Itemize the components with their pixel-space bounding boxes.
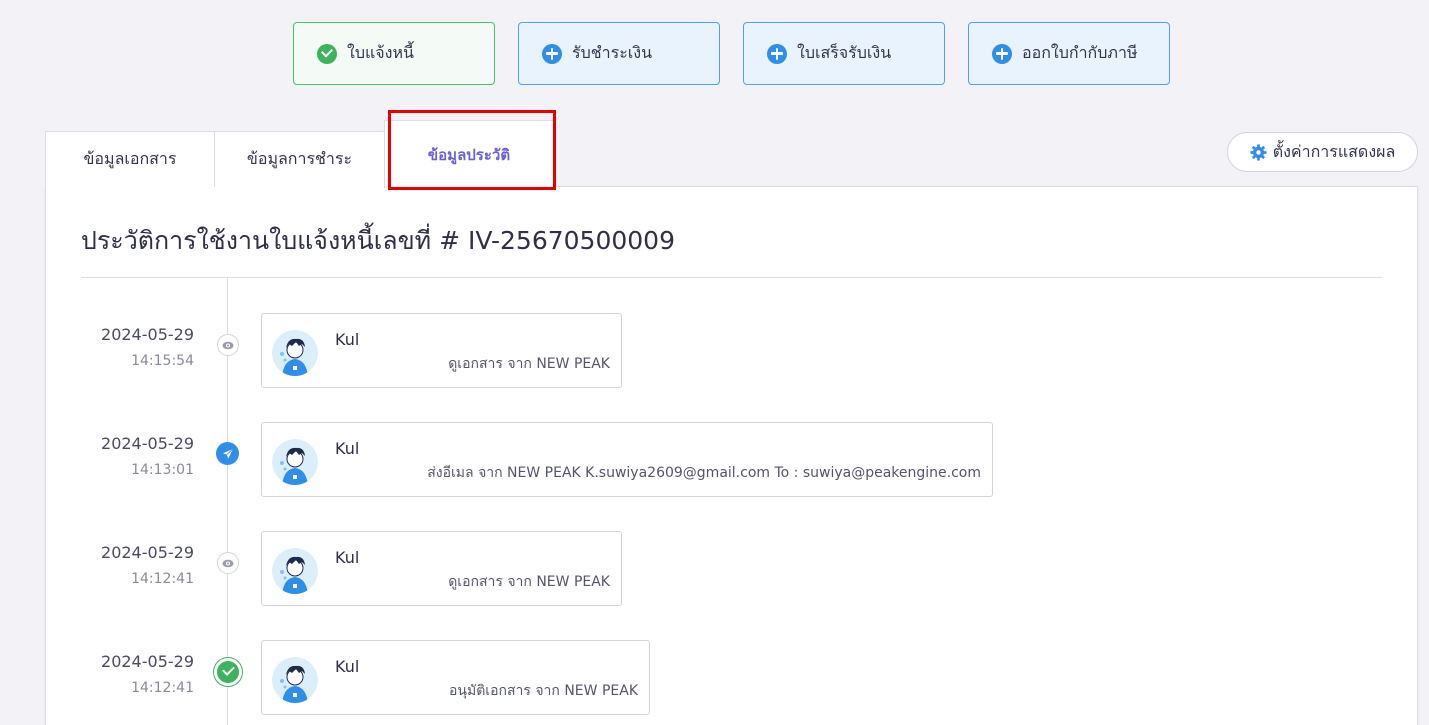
tab-document-info-label: ข้อมูลเอกสาร [83,149,177,168]
history-entry: 2024-05-29 14:12:41 Kul ดูเอกสาร จาก NEW… [46,531,1417,606]
tab-document-info[interactable]: ข้อมูลเอกสาร [45,131,215,187]
entry-user: Kul [335,330,360,349]
entry-time: 14:13:01 [131,462,194,478]
eye-icon [217,334,239,356]
step-receive-payment-label: รับชำระเงิน [572,43,652,62]
entry-user: Kul [335,657,360,676]
history-card: Kul ดูเอกสาร จาก NEW PEAK [261,531,622,606]
entry-time: 14:12:41 [131,680,194,696]
avatar [272,548,318,594]
entry-date: 2024-05-29 [101,543,194,562]
entry-time: 14:12:41 [131,571,194,587]
step-tax-invoice-label: ออกใบกำกับภาษี [1022,43,1138,62]
avatar [272,439,318,485]
entry-time: 14:15:54 [131,353,194,369]
history-title: ประวัติการใช้งานใบแจ้งหนี้เลขที่ # IV-25… [81,226,675,255]
entry-action: ส่งอีเมล จาก NEW PEAK K.suwiya2609@gmail… [427,465,981,481]
entry-action: ดูเอกสาร จาก NEW PEAK [448,574,610,590]
step-invoice-label: ใบแจ้งหนี้ [347,43,414,62]
gear-icon [1250,143,1267,161]
plus-circle-icon [767,43,787,64]
history-panel: ประวัติการใช้งานใบแจ้งหนี้เลขที่ # IV-25… [45,186,1418,725]
step-receipt-label: ใบเสร็จรับเงิน [797,43,892,62]
approve-icon [213,657,243,687]
send-icon [216,442,239,465]
entry-user: Kul [335,548,360,567]
history-card: Kul ดูเอกสาร จาก NEW PEAK [261,313,622,388]
eye-icon [217,552,239,574]
history-entry: 2024-05-29 14:13:01 Kul ส่งอีเมล จาก NEW… [46,422,1417,497]
tab-payment-info[interactable]: ข้อมูลการชำระ [214,131,385,187]
step-receipt-button[interactable]: ใบเสร็จรับเงิน [743,22,945,85]
history-entry: 2024-05-29 14:15:54 Kul ดูเอกสาร จาก NEW… [46,313,1417,388]
plus-circle-icon [542,43,562,64]
history-entry: 2024-05-29 14:12:41 Kul อนุมัติเอกสาร จา… [46,640,1417,715]
entry-date: 2024-05-29 [101,434,194,453]
history-card: Kul อนุมัติเอกสาร จาก NEW PEAK [261,640,650,715]
check-circle-icon [317,43,337,64]
avatar [272,330,318,376]
entry-user: Kul [335,439,360,458]
tab-history-info-label: ข้อมูลประวัติ [427,145,511,164]
entry-date: 2024-05-29 [101,652,194,671]
step-invoice-button[interactable]: ใบแจ้งหนี้ [293,22,495,85]
display-settings-button[interactable]: ตั้งค่าการแสดงผล [1227,132,1418,172]
history-card: Kul ส่งอีเมล จาก NEW PEAK K.suwiya2609@g… [261,422,993,497]
title-divider [81,277,1382,278]
entry-action: ดูเอกสาร จาก NEW PEAK [448,356,610,372]
tab-history-info[interactable]: ข้อมูลประวัติ [384,120,554,188]
tab-payment-info-label: ข้อมูลการชำระ [246,149,353,168]
step-receive-payment-button[interactable]: รับชำระเงิน [518,22,720,85]
entry-date: 2024-05-29 [101,325,194,344]
plus-circle-icon [992,43,1012,64]
step-tax-invoice-button[interactable]: ออกใบกำกับภาษี [968,22,1170,85]
display-settings-label: ตั้งค่าการแสดงผล [1272,141,1396,161]
avatar [272,657,318,703]
entry-action: อนุมัติเอกสาร จาก NEW PEAK [449,683,638,699]
